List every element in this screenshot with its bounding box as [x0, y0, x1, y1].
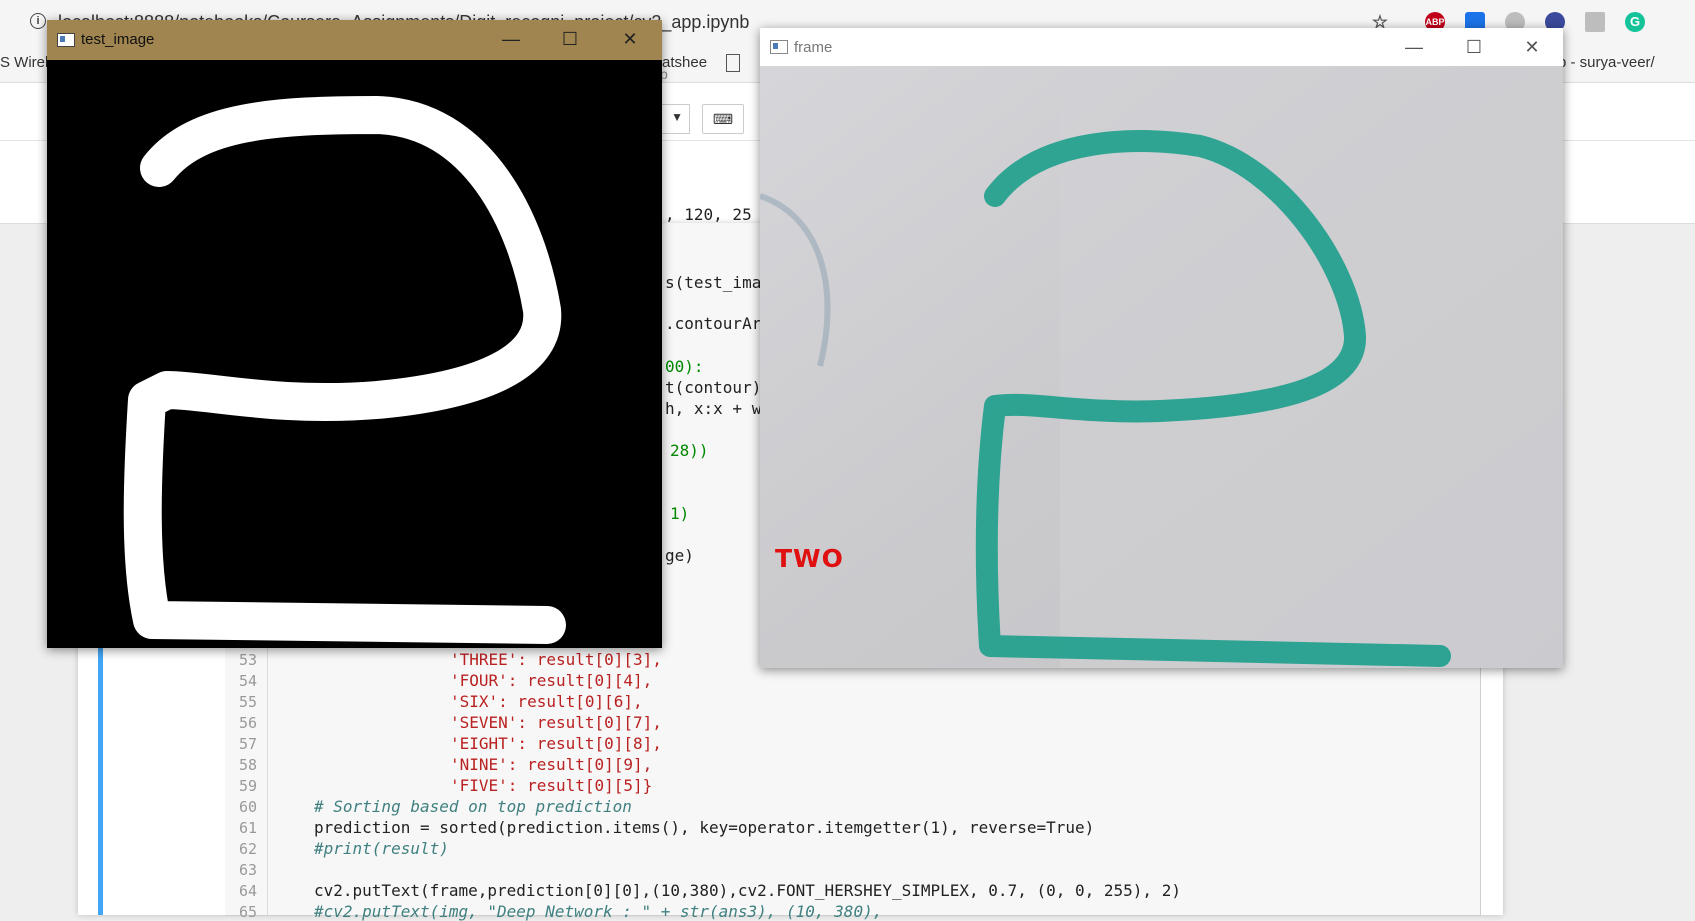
code-fragment: .contourAr	[665, 314, 762, 333]
chevron-down-icon: ▼	[671, 110, 683, 124]
keyboard-icon: ⌨	[712, 111, 734, 127]
window-titlebar[interactable]: frame — ☐ ✕	[760, 28, 1563, 67]
close-icon[interactable]: ✕	[621, 30, 639, 48]
code-line[interactable]: 'SIX': result[0][6],	[450, 692, 643, 711]
line-number: 63	[238, 861, 257, 879]
test-image-window[interactable]: test_image — ☐ ✕	[47, 20, 662, 648]
drive-icon[interactable]	[1585, 12, 1605, 32]
line-number: 61	[238, 819, 257, 837]
thresholded-digit-image	[47, 60, 662, 648]
prediction-label: TWO	[775, 544, 844, 573]
window-app-icon	[57, 33, 75, 47]
code-line[interactable]: # Sorting based on top prediction	[314, 797, 632, 816]
line-number: 55	[238, 693, 257, 711]
code-fragment: h, x:x + w	[665, 399, 762, 418]
code-fragment: , 120, 25	[665, 205, 752, 224]
window-titlebar[interactable]: test_image — ☐ ✕	[47, 20, 662, 60]
code-fragment: ge)	[665, 546, 694, 565]
bookmark-right[interactable]: b - surya-veer/	[1558, 54, 1655, 71]
maximize-icon[interactable]: ☐	[561, 30, 579, 48]
line-number: 58	[238, 756, 257, 774]
document-icon[interactable]	[726, 54, 740, 72]
code-line[interactable]: 'SEVEN': result[0][7],	[450, 713, 662, 732]
window-title: test_image	[81, 31, 155, 48]
line-number: 57	[238, 735, 257, 753]
code-line[interactable]: prediction = sorted(prediction.items(), …	[314, 818, 1094, 837]
bookmark-left[interactable]: S Wirel	[0, 54, 48, 71]
minimize-icon[interactable]: —	[1405, 38, 1423, 56]
line-number: 64	[238, 882, 257, 900]
line-number: 59	[238, 777, 257, 795]
code-fragment: t(contour)	[665, 378, 762, 397]
window-title: frame	[794, 39, 833, 56]
code-line[interactable]: 'THREE': result[0][3],	[450, 650, 662, 669]
code-fragment: 28))	[670, 441, 709, 460]
code-fragment: s(test_imag	[665, 273, 771, 292]
frame-window[interactable]: frame — ☐ ✕ TWO	[760, 28, 1563, 668]
line-number: 62	[238, 840, 257, 858]
line-number: 54	[238, 672, 257, 690]
digit-two-mask	[123, 96, 566, 644]
code-line[interactable]: #print(result)	[314, 839, 449, 858]
selected-cell-indicator	[98, 640, 103, 915]
bookmark-middle[interactable]: atshee	[662, 54, 707, 71]
code-fragment: 1)	[670, 504, 690, 523]
code-line[interactable]: #cv2.putText(img, "Deep Network : " + st…	[314, 902, 882, 921]
line-number: 65	[238, 903, 257, 921]
line-number: 53	[238, 651, 257, 669]
code-line[interactable]: 'EIGHT': result[0][8],	[450, 734, 662, 753]
line-number: 56	[238, 714, 257, 732]
code-line[interactable]: 'FOUR': result[0][4],	[450, 671, 652, 690]
close-icon[interactable]: ✕	[1523, 38, 1541, 56]
code-line[interactable]: 'FIVE': result[0][5]}	[450, 776, 652, 795]
keyboard-shortcuts-button[interactable]: ⌨	[702, 104, 744, 134]
webcam-image	[760, 66, 1563, 668]
webcam-frame: TWO	[760, 66, 1563, 668]
info-icon[interactable]: i	[30, 13, 46, 29]
code-line[interactable]: 'NINE': result[0][9],	[450, 755, 652, 774]
maximize-icon[interactable]: ☐	[1465, 38, 1483, 56]
grammarly-icon[interactable]: G	[1625, 12, 1645, 32]
line-number: 60	[238, 798, 257, 816]
window-app-icon	[770, 40, 788, 54]
code-fragment: 00):	[665, 357, 704, 376]
minimize-icon[interactable]: —	[502, 30, 520, 48]
code-line[interactable]: cv2.putText(frame,prediction[0][0],(10,3…	[314, 881, 1181, 900]
